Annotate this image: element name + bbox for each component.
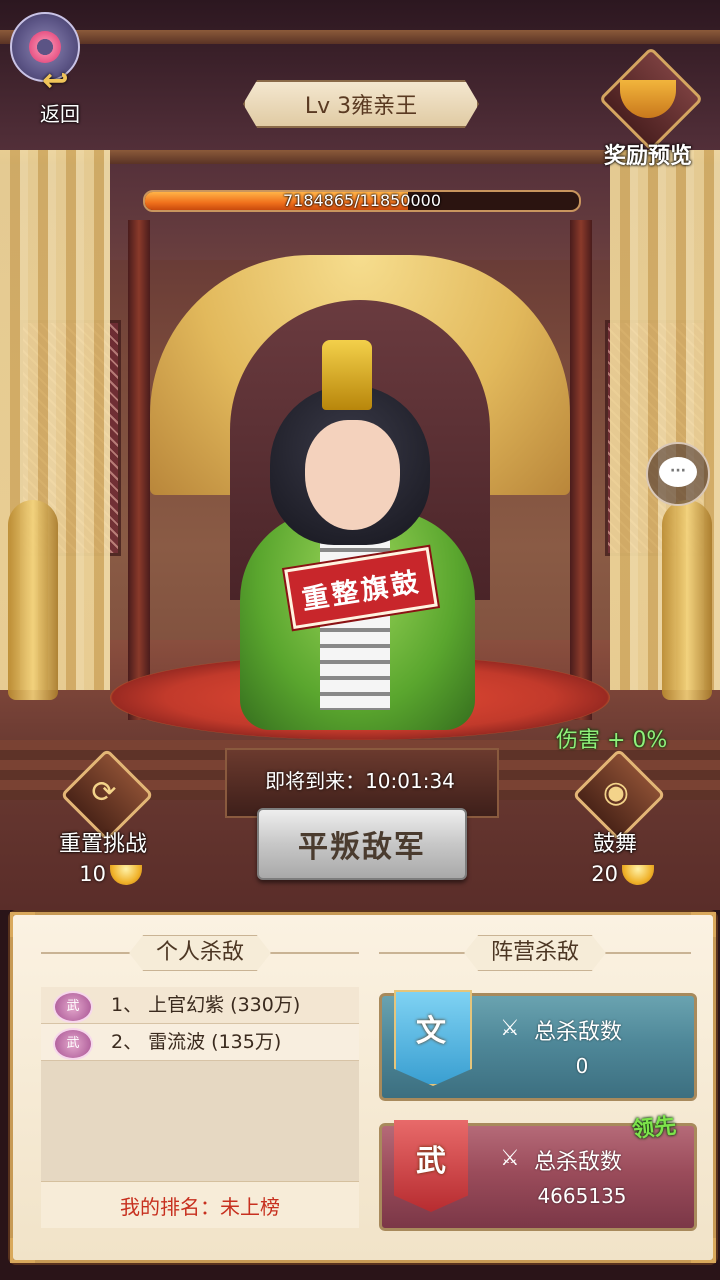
chat-bubble-icon: ··· [659, 457, 697, 487]
wu-kill-label: 总杀敌数 [534, 1150, 623, 1175]
wu-badge-icon: 武 [53, 1028, 93, 1060]
reward-preview-label: 奖励预览 [603, 144, 692, 169]
crane-statue-right [662, 500, 712, 700]
cheer-cost: 20 [578, 858, 668, 890]
cheer-label: 鼓舞 [592, 832, 637, 857]
chat-button[interactable]: ··· [646, 442, 710, 506]
divider [379, 952, 464, 954]
ranking-entry: 2、 雷流波 (135万) [111, 1031, 282, 1053]
back-arrow-icon[interactable]: ↩ [42, 64, 82, 96]
back-button-label[interactable]: 返回 [40, 98, 80, 127]
personal-kills-list[interactable]: 武 1、 上官幻紫 (330万) 武 2、 雷流波 (135万) [41, 987, 359, 1207]
reset-cost: 10 [66, 858, 156, 890]
pillar [128, 220, 150, 720]
reset-challenge-label: 重置挑战 [58, 832, 147, 857]
drum-icon: ◉ [602, 775, 630, 810]
attack-rebels-button[interactable]: 平叛敌军 [257, 808, 467, 880]
wen-faction-card: 文 ⚔ 总杀敌数 0 [379, 990, 697, 1101]
panel-corner [691, 912, 716, 937]
list-item[interactable]: 武 1、 上官幻紫 (330万) [41, 987, 359, 1024]
reset-cost-value: 10 [79, 862, 106, 886]
crossed-swords-icon: ⚔ [500, 1016, 520, 1041]
wu-badge-icon: 武 [53, 991, 93, 1023]
boss-hp-text: 7184865/11850000 [282, 191, 442, 210]
leading-badge: 领先 [631, 1113, 678, 1144]
ranking-entry: 1、 上官幻紫 (330万) [111, 994, 301, 1016]
wen-kill-label: 总杀敌数 [534, 1020, 623, 1045]
personal-kills-title: 个人杀敌 [129, 935, 272, 971]
boss-character[interactable]: 重整旗鼓 [210, 340, 500, 740]
ceiling-beam [0, 30, 720, 44]
panel-corner [10, 1238, 35, 1263]
wu-kill-count: 4665135 [537, 1184, 627, 1208]
wen-kill-count: 0 [575, 1054, 589, 1078]
kill-ranking-panel: 个人杀敌 阵营杀敌 武 1、 上官幻紫 (330万) 武 2、 雷流波 (135… [10, 912, 716, 1263]
damage-bonus: 伤害 + 0% [556, 728, 668, 753]
character-crown [322, 340, 372, 410]
cheer-button[interactable]: ◉ 鼓舞 20 [560, 748, 670, 892]
panel-corner [691, 1238, 716, 1263]
cheer-cost-value: 20 [591, 862, 618, 886]
camp-kills-header: 阵营杀敌 [379, 935, 692, 971]
divider [271, 952, 360, 954]
panel-corner [10, 912, 35, 937]
reward-preview-button[interactable]: 奖励预览 [598, 46, 704, 172]
wu-flag-label: 武 [416, 1144, 446, 1179]
crane-statue-left [8, 500, 58, 700]
my-rank: 我的排名：未上榜 [41, 1181, 359, 1228]
gear-icon [29, 31, 61, 63]
list-item[interactable]: 武 2、 雷流波 (135万) [41, 1024, 359, 1061]
divider [606, 952, 692, 954]
boss-level-title: Lv 3雍亲王 [243, 80, 479, 128]
pillar [570, 220, 592, 720]
gold-ingot-icon [110, 865, 142, 885]
countdown-timer: 即将到来：10:01:34 [265, 769, 455, 793]
camp-kills-title: 阵营杀敌 [464, 935, 607, 971]
divider [41, 952, 129, 954]
personal-kills-header: 个人杀敌 [41, 935, 360, 971]
wen-flag-label: 文 [416, 1014, 446, 1049]
refresh-icon: ⟳ [91, 775, 117, 810]
crossed-swords-icon: ⚔ [500, 1146, 520, 1171]
character-face [305, 420, 400, 530]
gold-ingot-icon [622, 865, 654, 885]
reset-challenge-button[interactable]: ⟳ 重置挑战 10 [48, 748, 158, 892]
boss-hp-bar: 7184865/11850000 [143, 190, 581, 212]
